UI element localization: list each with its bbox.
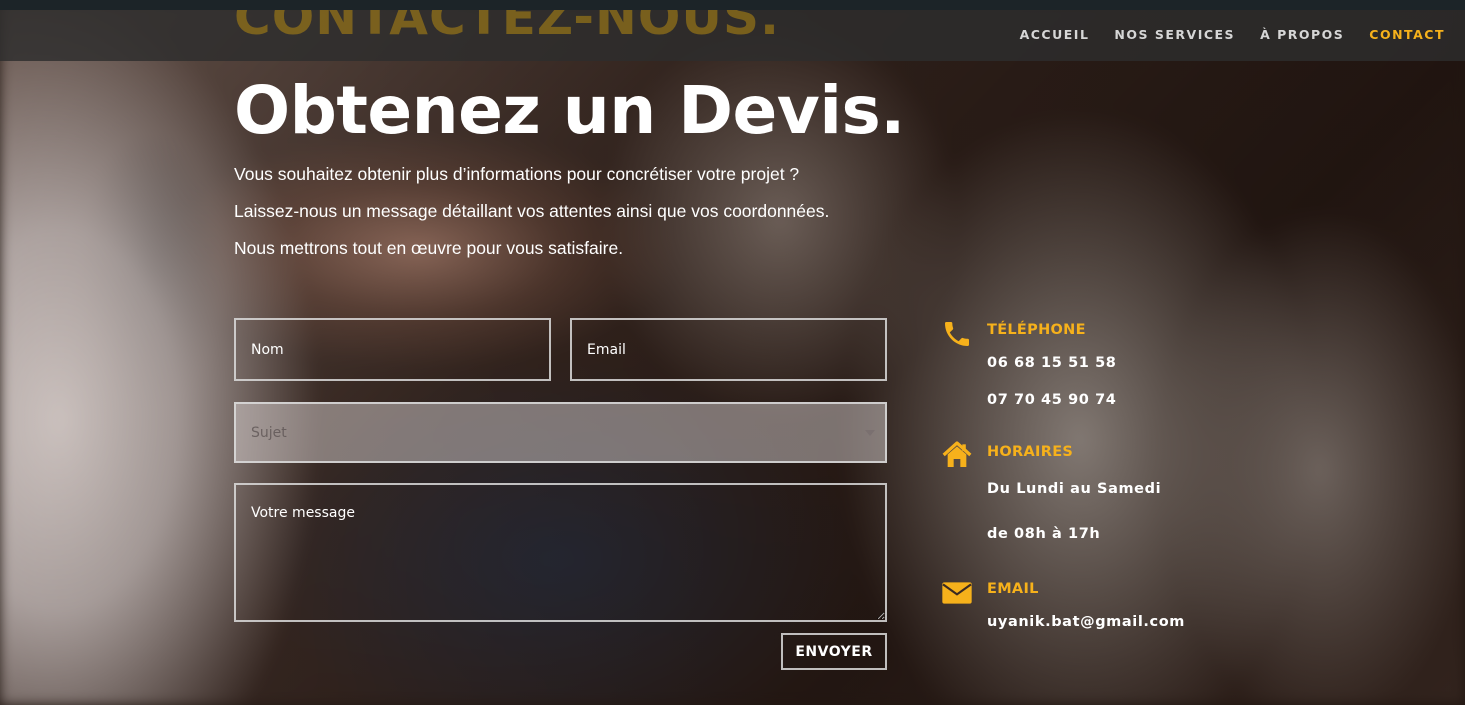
phone-icon [945, 322, 969, 346]
site-header: CONTACTEZ-NOUS. ACCUEIL NOS SERVICES À P… [0, 10, 1465, 61]
home-icon [942, 441, 972, 467]
nav-services[interactable]: NOS SERVICES [1114, 27, 1235, 42]
message-textarea[interactable] [234, 483, 887, 622]
subject-placeholder: Sujet [251, 424, 287, 441]
intro-line-3: Nous mettrons tout en œuvre pour vous sa… [234, 238, 624, 258]
phone-number-1[interactable]: 06 68 15 51 58 [987, 355, 1116, 371]
section-ghost-title: CONTACTEZ-NOUS. [234, 10, 781, 46]
email-title: EMAIL [987, 581, 1039, 597]
intro-text: Vous souhaitez obtenir plus d’informatio… [234, 163, 934, 274]
nav-accueil[interactable]: ACCUEIL [1020, 27, 1090, 42]
email-address[interactable]: uyanik.bat@gmail.com [987, 614, 1185, 630]
intro-line-1: Vous souhaitez obtenir plus d’informatio… [234, 164, 800, 184]
page-title: Obtenez un Devis. [234, 72, 905, 149]
phone-number-2[interactable]: 07 70 45 90 74 [987, 392, 1116, 408]
envelope-icon [942, 582, 972, 604]
phone-title: TÉLÉPHONE [987, 322, 1086, 338]
chevron-down-icon [865, 430, 875, 436]
hours-title: HORAIRES [987, 444, 1074, 460]
intro-line-2: Laissez-nous un message détaillant vos a… [234, 201, 830, 221]
email-input[interactable] [570, 318, 887, 381]
nav-a-propos[interactable]: À PROPOS [1260, 27, 1344, 42]
send-button[interactable]: ENVOYER [781, 633, 887, 670]
top-strip [0, 0, 1465, 10]
main-nav: ACCUEIL NOS SERVICES À PROPOS CONTACT [1020, 27, 1445, 42]
hours-time: de 08h à 17h [987, 526, 1101, 542]
name-input[interactable] [234, 318, 551, 381]
nav-contact[interactable]: CONTACT [1369, 27, 1445, 42]
subject-select[interactable]: Sujet [234, 402, 887, 463]
hours-days: Du Lundi au Samedi [987, 481, 1162, 497]
contact-page: CONTACTEZ-NOUS. ACCUEIL NOS SERVICES À P… [0, 0, 1465, 705]
